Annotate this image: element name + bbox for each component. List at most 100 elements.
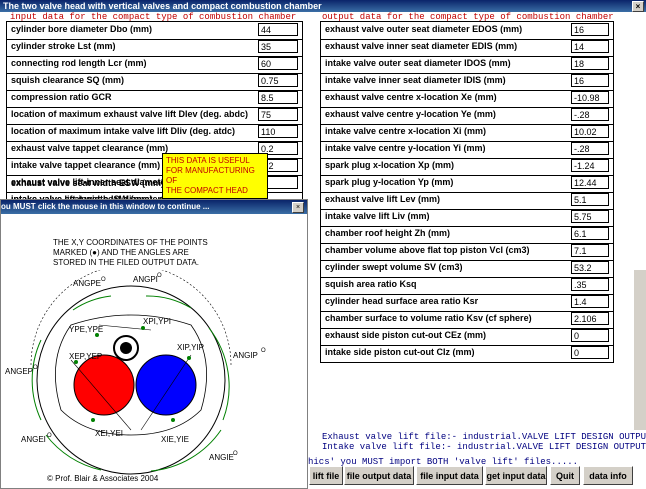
exhaust-file-prefix: Exhaust valve lift file:- [322, 432, 458, 442]
input-label: squish clearance SQ (mm) [11, 75, 125, 85]
label-ype: YPE,YPE [69, 325, 103, 334]
input-field[interactable]: 44 [258, 23, 298, 36]
label-angpi: ANGPI [133, 275, 158, 284]
file-input-data-button[interactable]: file input data [416, 466, 483, 485]
output-row: exhaust valve outer seat diameter EDOS (… [321, 22, 613, 40]
output-row: chamber roof height Zh (mm) 6.1 [321, 226, 613, 244]
output-field[interactable]: 7.1 [571, 244, 609, 257]
input-label: location of maximum exhaust valve lift D… [11, 109, 249, 119]
input-label: exhaust valve seat width ESW (mm) [11, 178, 165, 188]
output-field[interactable]: -1.24 [571, 159, 609, 172]
output-field[interactable]: 6.1 [571, 227, 609, 240]
label-angei: ANGEI [21, 435, 46, 444]
output-field[interactable]: 53.2 [571, 261, 609, 274]
input-row: cylinder stroke Lst (mm) 35 [7, 39, 302, 57]
output-label: intake valve lift Liv (mm) [325, 211, 430, 221]
angle-arc-ei [45, 434, 102, 471]
label-angep: ANGEP [5, 367, 33, 376]
point-xei [91, 418, 95, 422]
output-label: chamber roof height Zh (mm) [325, 228, 451, 238]
close-icon[interactable]: × [292, 202, 304, 213]
output-field[interactable]: 12.44 [571, 176, 609, 189]
angle-arc-pe [72, 295, 112, 311]
data-info-button[interactable]: data info [583, 466, 633, 485]
input-field[interactable]: 0.75 [258, 74, 298, 87]
output-row: chamber surface to volume ratio Ksv (cf … [321, 311, 613, 329]
output-field[interactable]: 5.1 [571, 193, 609, 206]
output-row: exhaust valve lift Lev (mm) 5.1 [321, 192, 613, 210]
input-row: location of maximum intake valve lift Dl… [7, 124, 302, 142]
output-field[interactable]: 10.02 [571, 125, 609, 138]
point-xpi [141, 326, 145, 330]
label-angip: ANGIP [233, 351, 258, 360]
output-field[interactable]: 0 [571, 329, 609, 342]
output-field[interactable]: 5.75 [571, 210, 609, 223]
degree-mark: O [47, 433, 52, 439]
label-angie: ANGIE [209, 453, 234, 462]
intake-file-prefix: Intake valve lift file:- [322, 442, 452, 452]
output-field[interactable]: 16 [571, 74, 609, 87]
output-field[interactable]: .35 [571, 278, 609, 291]
diagram-title: ou MUST click the mouse in this window t… [1, 202, 210, 211]
output-label: intake valve centre y-location Yi (mm) [325, 143, 486, 153]
exhaust-lift-file-line: Exhaust valve lift file:- industrial.VAL… [322, 432, 646, 442]
output-label: exhaust side piston cut-out CEz (mm) [325, 330, 487, 340]
intake-valve-circle [135, 354, 197, 416]
input-row: compression ratio GCR 8.5 [7, 90, 302, 108]
output-label: exhaust valve lift Lev (mm) [325, 194, 441, 204]
input-row: cylinder bore diameter Dbo (mm) 44 [7, 22, 302, 40]
input-row: location of maximum exhaust valve lift D… [7, 107, 302, 125]
output-field[interactable]: -.28 [571, 108, 609, 121]
coord-line: STORED IN THE FILED OUTPUT DATA. [53, 258, 199, 267]
coordinates-note: THE X,Y COORDINATES OF THE POINTS MARKED… [53, 238, 208, 268]
output-field[interactable]: 16 [571, 23, 609, 36]
input-field[interactable]: 75 [258, 108, 298, 121]
spark-plug-core [120, 342, 132, 354]
input-field[interactable]: 60 [258, 57, 298, 70]
output-row: cylinder head surface area ratio Ksr 1.4 [321, 294, 613, 312]
output-field[interactable]: 2.106 [571, 312, 609, 325]
output-field[interactable]: 14 [571, 40, 609, 53]
output-row: intake valve outer seat diameter IDOS (m… [321, 56, 613, 74]
output-field[interactable]: 0 [571, 346, 609, 359]
coord-line: MARKED (●) AND THE ANGLES ARE [53, 248, 189, 257]
output-field[interactable]: -.28 [571, 142, 609, 155]
input-label: connecting rod length Lcr (mm) [11, 58, 147, 68]
output-field[interactable]: -10.98 [571, 91, 609, 104]
output-label: chamber volume above flat top piston Vcl… [325, 245, 530, 255]
output-row: exhaust side piston cut-out CEz (mm) 0 [321, 328, 613, 346]
input-label: intake valve tappet clearance (mm) [11, 160, 161, 170]
output-label: squish area ratio Ksq [325, 279, 417, 289]
output-row: exhaust valve centre y-location Ye (mm) -… [321, 107, 613, 125]
output-row: spark plug y-location Yp (mm) 12.44 [321, 175, 613, 193]
input-label: location of maximum intake valve lift Dl… [11, 126, 236, 136]
exhaust-valve-circle [73, 354, 135, 416]
lift-file-button[interactable]: lift file [309, 466, 343, 485]
output-label: exhaust valve outer seat diameter EDOS (… [325, 24, 523, 34]
file-output-data-button[interactable]: file output data [344, 466, 414, 485]
degree-mark: O [33, 365, 38, 371]
get-input-data-button[interactable]: get input data [485, 466, 547, 485]
input-row: squish clearance SQ (mm) 0.75 [7, 73, 302, 91]
coord-line: THE X,Y COORDINATES OF THE POINTS [53, 238, 208, 247]
output-label: exhaust valve inner seat diameter EDIS (… [325, 41, 518, 51]
copyright-text: © Prof. Blair & Associates 2004 [47, 474, 159, 483]
degree-mark: O [233, 451, 238, 457]
point-xip [187, 356, 191, 360]
output-row: intake valve centre x-location Xi (mm) 10… [321, 124, 613, 142]
output-field[interactable]: 18 [571, 57, 609, 70]
input-field[interactable]: 110 [258, 125, 298, 138]
quit-button[interactable]: Quit [550, 466, 580, 485]
output-row: squish area ratio Ksq .35 [321, 277, 613, 295]
output-field[interactable]: 1.4 [571, 295, 609, 308]
input-label: compression ratio GCR [11, 92, 112, 102]
output-label: cylinder head surface area ratio Ksr [325, 296, 479, 306]
exhaust-file-name: industrial.VALVE LIFT DESIGN OUTPUT [462, 432, 646, 442]
input-field[interactable]: 8.5 [258, 91, 298, 104]
input-field[interactable]: 35 [258, 40, 298, 53]
scrollbar[interactable] [634, 270, 646, 430]
output-label: exhaust valve centre y-location Ye (mm) [325, 109, 496, 119]
close-icon[interactable]: × [632, 1, 644, 12]
input-row: connecting rod length Lcr (mm) 60 [7, 56, 302, 74]
diagram-window[interactable]: ou MUST click the mouse in this window t… [0, 199, 308, 489]
